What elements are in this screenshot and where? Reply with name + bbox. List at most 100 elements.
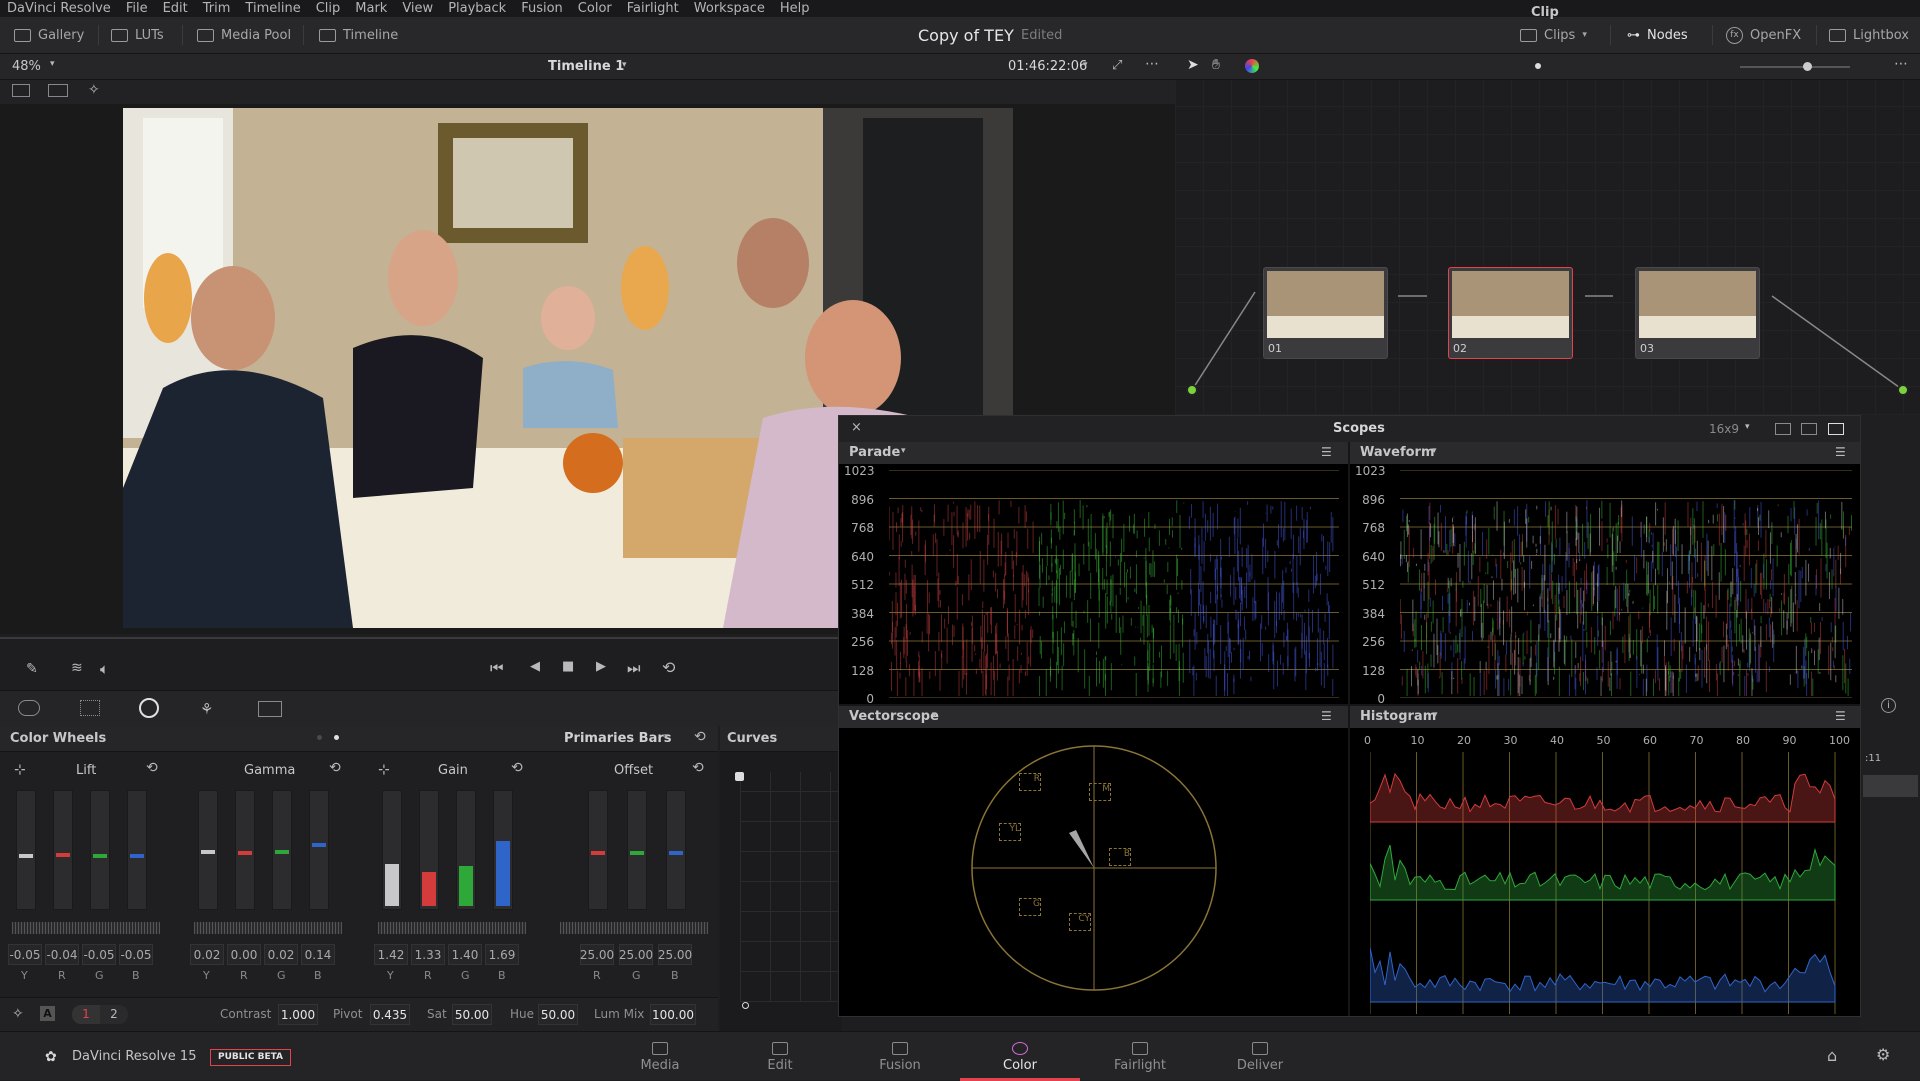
luts-button[interactable]: LUTs bbox=[111, 24, 164, 46]
auto-balance-icon[interactable]: ✧ bbox=[12, 1006, 24, 1022]
vectorscope-dropdown[interactable]: Vectorscope bbox=[849, 709, 939, 724]
node-03[interactable]: 03 bbox=[1635, 267, 1760, 359]
nav-deliver[interactable]: Deliver bbox=[1200, 1032, 1320, 1081]
meter-gain-y[interactable] bbox=[382, 790, 402, 910]
sat-field[interactable]: 50.00 bbox=[452, 1004, 492, 1025]
value-offset-g[interactable]: 25.00 bbox=[619, 944, 653, 965]
menu-trim[interactable]: Trim bbox=[203, 1, 231, 16]
meter-offset-g[interactable] bbox=[627, 790, 647, 910]
curve-handle[interactable] bbox=[735, 772, 744, 781]
waveform-dropdown[interactable]: Waveform bbox=[1360, 445, 1434, 460]
meter-gamma-r[interactable] bbox=[235, 790, 255, 910]
curves-panel[interactable] bbox=[720, 752, 842, 1031]
value-offset-r[interactable]: 25.00 bbox=[580, 944, 614, 965]
crosshair-icon[interactable]: ⊹ bbox=[378, 762, 390, 778]
histogram-dropdown[interactable]: Histogram bbox=[1360, 709, 1436, 724]
node-graph[interactable]: 01 02 03 bbox=[1175, 80, 1920, 415]
timeline-name[interactable]: Timeline 1 bbox=[548, 59, 624, 74]
nodes-button[interactable]: ⊶ Nodes bbox=[1627, 24, 1688, 46]
timecode[interactable]: 01:46:22:06 bbox=[1008, 59, 1087, 74]
offset-master-slider[interactable] bbox=[560, 922, 708, 934]
single-layout-icon[interactable] bbox=[1775, 423, 1791, 435]
value-lift-g[interactable]: -0.05 bbox=[82, 944, 116, 965]
single-view-icon[interactable] bbox=[12, 84, 30, 97]
menu-view[interactable]: View bbox=[402, 1, 433, 16]
meter-gain-r[interactable] bbox=[419, 790, 439, 910]
value-gamma-g[interactable]: 0.02 bbox=[264, 944, 298, 965]
meter-gain-b[interactable] bbox=[493, 790, 513, 910]
nav-fairlight[interactable]: Fairlight bbox=[1080, 1032, 1200, 1081]
nav-color[interactable]: Color bbox=[960, 1032, 1080, 1081]
reset-icon[interactable]: ⟲ bbox=[146, 760, 158, 776]
loop-icon[interactable]: ⟲ bbox=[662, 658, 675, 677]
nav-media[interactable]: Media bbox=[600, 1032, 720, 1081]
zoom-dropdown[interactable]: 48% bbox=[12, 59, 41, 74]
fullscreen-icon[interactable]: ⤢ bbox=[1112, 58, 1122, 73]
value-gain-g[interactable]: 1.40 bbox=[448, 944, 482, 965]
settings-icon[interactable]: ☰ bbox=[1835, 445, 1846, 459]
menu-color[interactable]: Color bbox=[578, 1, 612, 16]
gain-master-slider[interactable] bbox=[378, 922, 526, 934]
selected-row[interactable] bbox=[1863, 775, 1918, 797]
nav-edit[interactable]: Edit bbox=[720, 1032, 840, 1081]
settings-icon[interactable]: ☰ bbox=[1321, 709, 1332, 723]
meter-gamma-b[interactable] bbox=[309, 790, 329, 910]
page-tab-1[interactable]: 1 bbox=[72, 1005, 100, 1024]
value-gain-b[interactable]: 1.69 bbox=[485, 944, 519, 965]
value-lift-y[interactable]: -0.05 bbox=[8, 944, 42, 965]
value-gamma-b[interactable]: 0.14 bbox=[301, 944, 335, 965]
gamma-master-slider[interactable] bbox=[194, 922, 342, 934]
meter-gamma-g[interactable] bbox=[272, 790, 292, 910]
settings-icon[interactable]: ☰ bbox=[1321, 445, 1332, 459]
skip-back-icon[interactable]: ⏮︎ bbox=[490, 659, 504, 677]
page-dot[interactable] bbox=[317, 735, 322, 740]
page-dot-active[interactable] bbox=[334, 735, 339, 740]
settings-icon[interactable]: ☰ bbox=[1835, 709, 1846, 723]
grid-view-icon[interactable] bbox=[48, 84, 68, 97]
meter-offset-b[interactable] bbox=[666, 790, 686, 910]
openfx-button[interactable]: fx OpenFX bbox=[1726, 24, 1801, 46]
play-icon[interactable]: ▶ bbox=[596, 659, 606, 674]
color-wheels-icon[interactable] bbox=[139, 698, 159, 718]
scrubber-track[interactable] bbox=[0, 637, 840, 639]
nav-fusion[interactable]: Fusion bbox=[840, 1032, 960, 1081]
menu-help[interactable]: Help bbox=[780, 1, 810, 16]
zoom-slider[interactable] bbox=[1740, 66, 1850, 68]
page-tab-2[interactable]: 2 bbox=[100, 1005, 128, 1024]
meter-lift-y[interactable] bbox=[16, 790, 36, 910]
wheel-mode-dropdown[interactable]: Primaries Bars bbox=[564, 731, 672, 746]
reset-icon[interactable]: ⟲ bbox=[329, 760, 341, 776]
meter-lift-b[interactable] bbox=[127, 790, 147, 910]
auto-icon[interactable]: A bbox=[40, 1006, 55, 1021]
motion-effects-icon[interactable] bbox=[258, 701, 282, 717]
eyedropper-icon[interactable]: ✎ bbox=[26, 661, 38, 677]
lightbox-button[interactable]: Lightbox bbox=[1829, 24, 1909, 46]
pointer-icon[interactable]: ➤ bbox=[1187, 57, 1199, 73]
menu-clip[interactable]: Clip bbox=[316, 1, 341, 16]
node-02[interactable]: 02 bbox=[1448, 267, 1573, 359]
value-gain-y[interactable]: 1.42 bbox=[374, 944, 408, 965]
menu-fairlight[interactable]: Fairlight bbox=[627, 1, 679, 16]
crosshair-icon[interactable]: ⊹ bbox=[14, 762, 26, 778]
menu-app[interactable]: DaVinci Resolve bbox=[7, 1, 111, 16]
curves-grid[interactable] bbox=[740, 772, 842, 1002]
meter-lift-g[interactable] bbox=[90, 790, 110, 910]
reset-icon[interactable]: ⟲ bbox=[692, 760, 704, 776]
stop-icon[interactable]: ■ bbox=[562, 659, 574, 674]
node-01[interactable]: 01 bbox=[1263, 267, 1388, 359]
menu-edit[interactable]: Edit bbox=[163, 1, 188, 16]
pivot-field[interactable]: 0.435 bbox=[370, 1004, 410, 1025]
value-offset-b[interactable]: 25.00 bbox=[658, 944, 692, 965]
magic-wand-icon[interactable]: ✧ bbox=[88, 82, 100, 98]
quad-layout-icon[interactable] bbox=[1828, 423, 1844, 435]
speaker-icon[interactable]: 🔈︎ bbox=[100, 660, 109, 678]
lummix-field[interactable]: 100.00 bbox=[650, 1004, 696, 1025]
clips-button[interactable]: Clips ▾ bbox=[1520, 24, 1587, 46]
more-options-icon[interactable]: ⋯ bbox=[1894, 56, 1908, 72]
reset-icon[interactable]: ⟲ bbox=[511, 760, 523, 776]
curve-point[interactable] bbox=[742, 1002, 749, 1009]
contrast-field[interactable]: 1.000 bbox=[278, 1004, 318, 1025]
timeline-button[interactable]: Timeline bbox=[319, 24, 398, 46]
value-gamma-y[interactable]: 0.02 bbox=[190, 944, 224, 965]
skip-forward-icon[interactable]: ⏭︎ bbox=[627, 659, 641, 677]
